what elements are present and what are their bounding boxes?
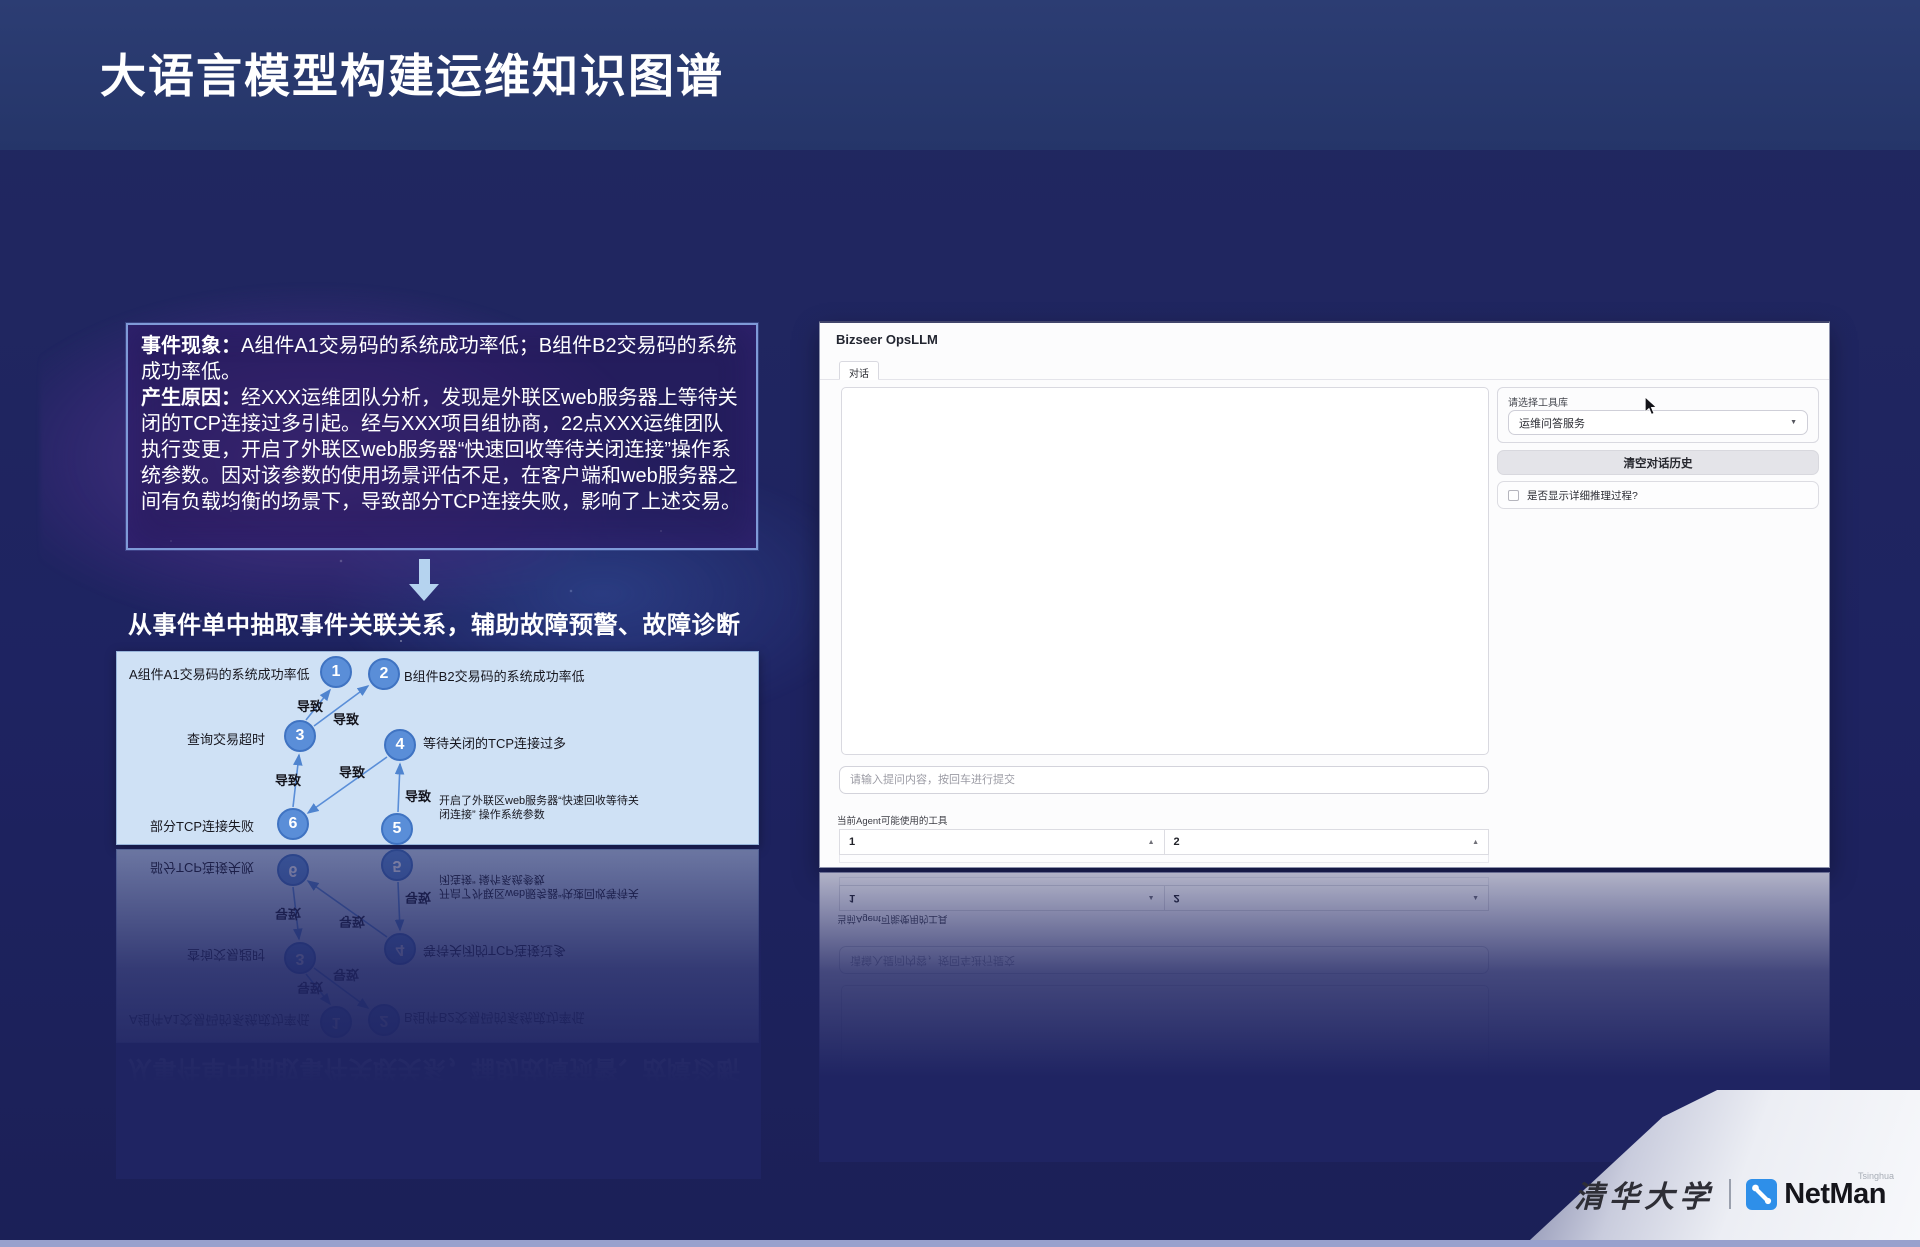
graph-node-1-label: A组件A1交易码的系统成功率低 [129,1011,310,1030]
edge-label: 导致 [339,913,365,932]
app-title: Bizseer OpsLLM [836,332,938,347]
netman-logo: NetMan Tsinghua [1746,1178,1886,1211]
graph-node-3-label: 查询交易超时 [187,946,265,965]
knowledge-graph: 1 2 3 4 5 6 A组件A1交易码的系统成功率低 B组件B2交易码的系统成… [116,651,759,845]
expander-label: 1 [849,892,855,904]
reflection-clone: 事件现象：A组件A1交易码的系统成功率低；B组件B2交易码的系统成功率低。 产生… [116,849,761,1179]
caret-up-icon: ▲ [1148,839,1155,846]
left-column: 事件现象：A组件A1交易码的系统成功率低；B组件B2交易码的系统成功率低。 产生… [116,323,761,845]
page-title: 大语言模型构建运维知识图谱 [100,40,724,106]
edge-label: 导致 [333,709,359,728]
show-reasoning-label: 是否显示详细推理过程? [1527,488,1638,503]
opsllm-window: Bizseer OpsLLM 对话 请选择工具库 运维问答服务 ▼ 清空对话历史… [819,321,1830,868]
graph-node-2-label: B组件B2交易码的系统成功率低 [404,666,585,685]
graph-node-1: 1 [320,656,352,688]
agent-tools-expanders: 1 ▲ 2 ▲ [839,885,1489,911]
caret-up-icon: ▲ [1148,895,1155,902]
expander-label: 2 [1174,892,1180,904]
show-reasoning-row[interactable]: 是否显示详细推理过程? [1497,481,1819,509]
reflection-left: 事件现象：A组件A1交易码的系统成功率低；B组件B2交易码的系统成功率低。 产生… [116,849,761,1179]
tool-selected-value: 运维问答服务 [1519,415,1585,431]
graph-node-1-label: A组件A1交易码的系统成功率低 [129,664,310,683]
graph-node-5-label: 开启了外联区web服务器“快速回收等待关闭连接” 操作系统参数 [439,872,639,900]
expander-label: 2 [1174,836,1180,848]
tab-underline [820,379,1829,380]
graph-node-3-label: 查询交易超时 [187,729,265,748]
mouse-cursor-icon [1644,396,1658,416]
graph-node-3: 3 [284,720,316,752]
expander-substrip [839,877,1489,885]
tsinghua-logo: 清华大学 [1574,1172,1714,1216]
chat-history-panel [841,387,1489,755]
graph-node-5: 5 [381,813,413,845]
agent-tools-label: 当前Agent可能使用的工具 [837,813,947,827]
edge-label: 导致 [275,770,301,789]
incident-ticket-box: 事件现象：A组件A1交易码的系统成功率低；B组件B2交易码的系统成功率低。 产生… [126,1144,758,1179]
graph-node-1: 1 [320,1006,352,1038]
graph-node-6-label: 部分TCP连接失败 [150,859,254,878]
graph-node-2: 2 [368,658,400,690]
cause-label: 产生原因： [141,387,241,409]
knowledge-graph: 1 2 3 4 5 6 A组件A1交易码的系统成功率低 B组件B2交易码的系统成… [116,849,759,1043]
graph-node-4: 4 [384,933,416,965]
incident-ticket-box: 事件现象：A组件A1交易码的系统成功率低；B组件B2交易码的系统成功率低。 产生… [126,323,758,550]
tool-library-select[interactable]: 运维问答服务 ▼ [1508,410,1808,435]
clear-history-button[interactable]: 清空对话历史 [1497,450,1819,475]
extraction-caption: 从事件单中抽取事件关联关系，辅助故障预警、故障诊断 [128,1054,748,1089]
graph-node-6: 6 [277,854,309,886]
chat-history-panel [841,985,1489,1162]
edge-label: 导致 [333,966,359,985]
graph-edges [117,850,758,1042]
tool-select-label: 请选择工具库 [1508,394,1568,409]
graph-node-5-label: 开启了外联区web服务器“快速回收等待关闭连接” 操作系统参数 [439,794,639,822]
logo-divider [1729,1179,1731,1209]
agent-tools-expanders: 1 ▲ 2 ▲ [839,829,1489,855]
graph-node-2-label: B组件B2交易码的系统成功率低 [404,1009,585,1028]
bottom-edge-bar [0,1240,1920,1247]
phenomenon-label: 事件现象： [141,335,241,357]
netman-icon [1746,1179,1777,1210]
graph-node-5: 5 [381,849,413,881]
down-arrow-icon [404,1091,444,1135]
footer-corner [1530,1090,1920,1240]
footer-logos: 清华大学 NetMan Tsinghua [1574,1172,1886,1216]
edge-label: 导致 [297,979,323,998]
show-reasoning-checkbox[interactable] [1508,490,1519,501]
slide-canvas: 大语言模型构建运维知识图谱 事件现象：A组件A1交易码的系统成功率低；B组件B2… [0,0,1920,1247]
netman-wordmark: NetMan Tsinghua [1784,1178,1886,1211]
edge-label: 导致 [405,889,431,908]
graph-node-2: 2 [368,1004,400,1036]
tool-library-panel: 请选择工具库 运维问答服务 ▼ [1497,387,1819,443]
tool-expander-1[interactable]: 1 ▲ [840,830,1164,854]
expander-label: 1 [849,836,855,848]
extraction-caption: 从事件单中抽取事件关联关系，辅助故障预警、故障诊断 [128,605,748,640]
graph-node-4-label: 等待关闭的TCP连接过多 [423,942,566,961]
netman-sub-label: Tsinghua [1858,1171,1894,1181]
graph-node-6: 6 [277,808,309,840]
graph-node-4: 4 [384,729,416,761]
tool-expander-1: 1 ▲ [840,886,1164,910]
tool-expander-2: 2 ▲ [1164,886,1489,910]
question-input[interactable] [839,766,1489,794]
question-input [839,946,1489,974]
tool-expander-2[interactable]: 2 ▲ [1164,830,1489,854]
edge-label: 导致 [339,762,365,781]
caret-up-icon: ▲ [1472,839,1479,846]
edge-label: 导致 [275,905,301,924]
chevron-down-icon: ▼ [1790,419,1797,426]
edge-label: 导致 [405,786,431,805]
graph-node-3: 3 [284,942,316,974]
incident-cause: 产生原因：经XXX运维团队分析，发现是外联区web服务器上等待关闭的TCP连接过… [141,385,743,515]
caret-up-icon: ▲ [1472,895,1479,902]
graph-node-4-label: 等待关闭的TCP连接过多 [423,733,566,752]
graph-node-6-label: 部分TCP连接失败 [150,816,254,835]
expander-substrip [839,855,1489,863]
agent-tools-label: 当前Agent可能使用的工具 [837,913,947,927]
tab-conversation[interactable]: 对话 [839,361,879,380]
incident-phenomenon: 事件现象：A组件A1交易码的系统成功率低；B组件B2交易码的系统成功率低。 [141,333,743,385]
edge-label: 导致 [297,696,323,715]
down-arrow-icon [404,559,444,603]
